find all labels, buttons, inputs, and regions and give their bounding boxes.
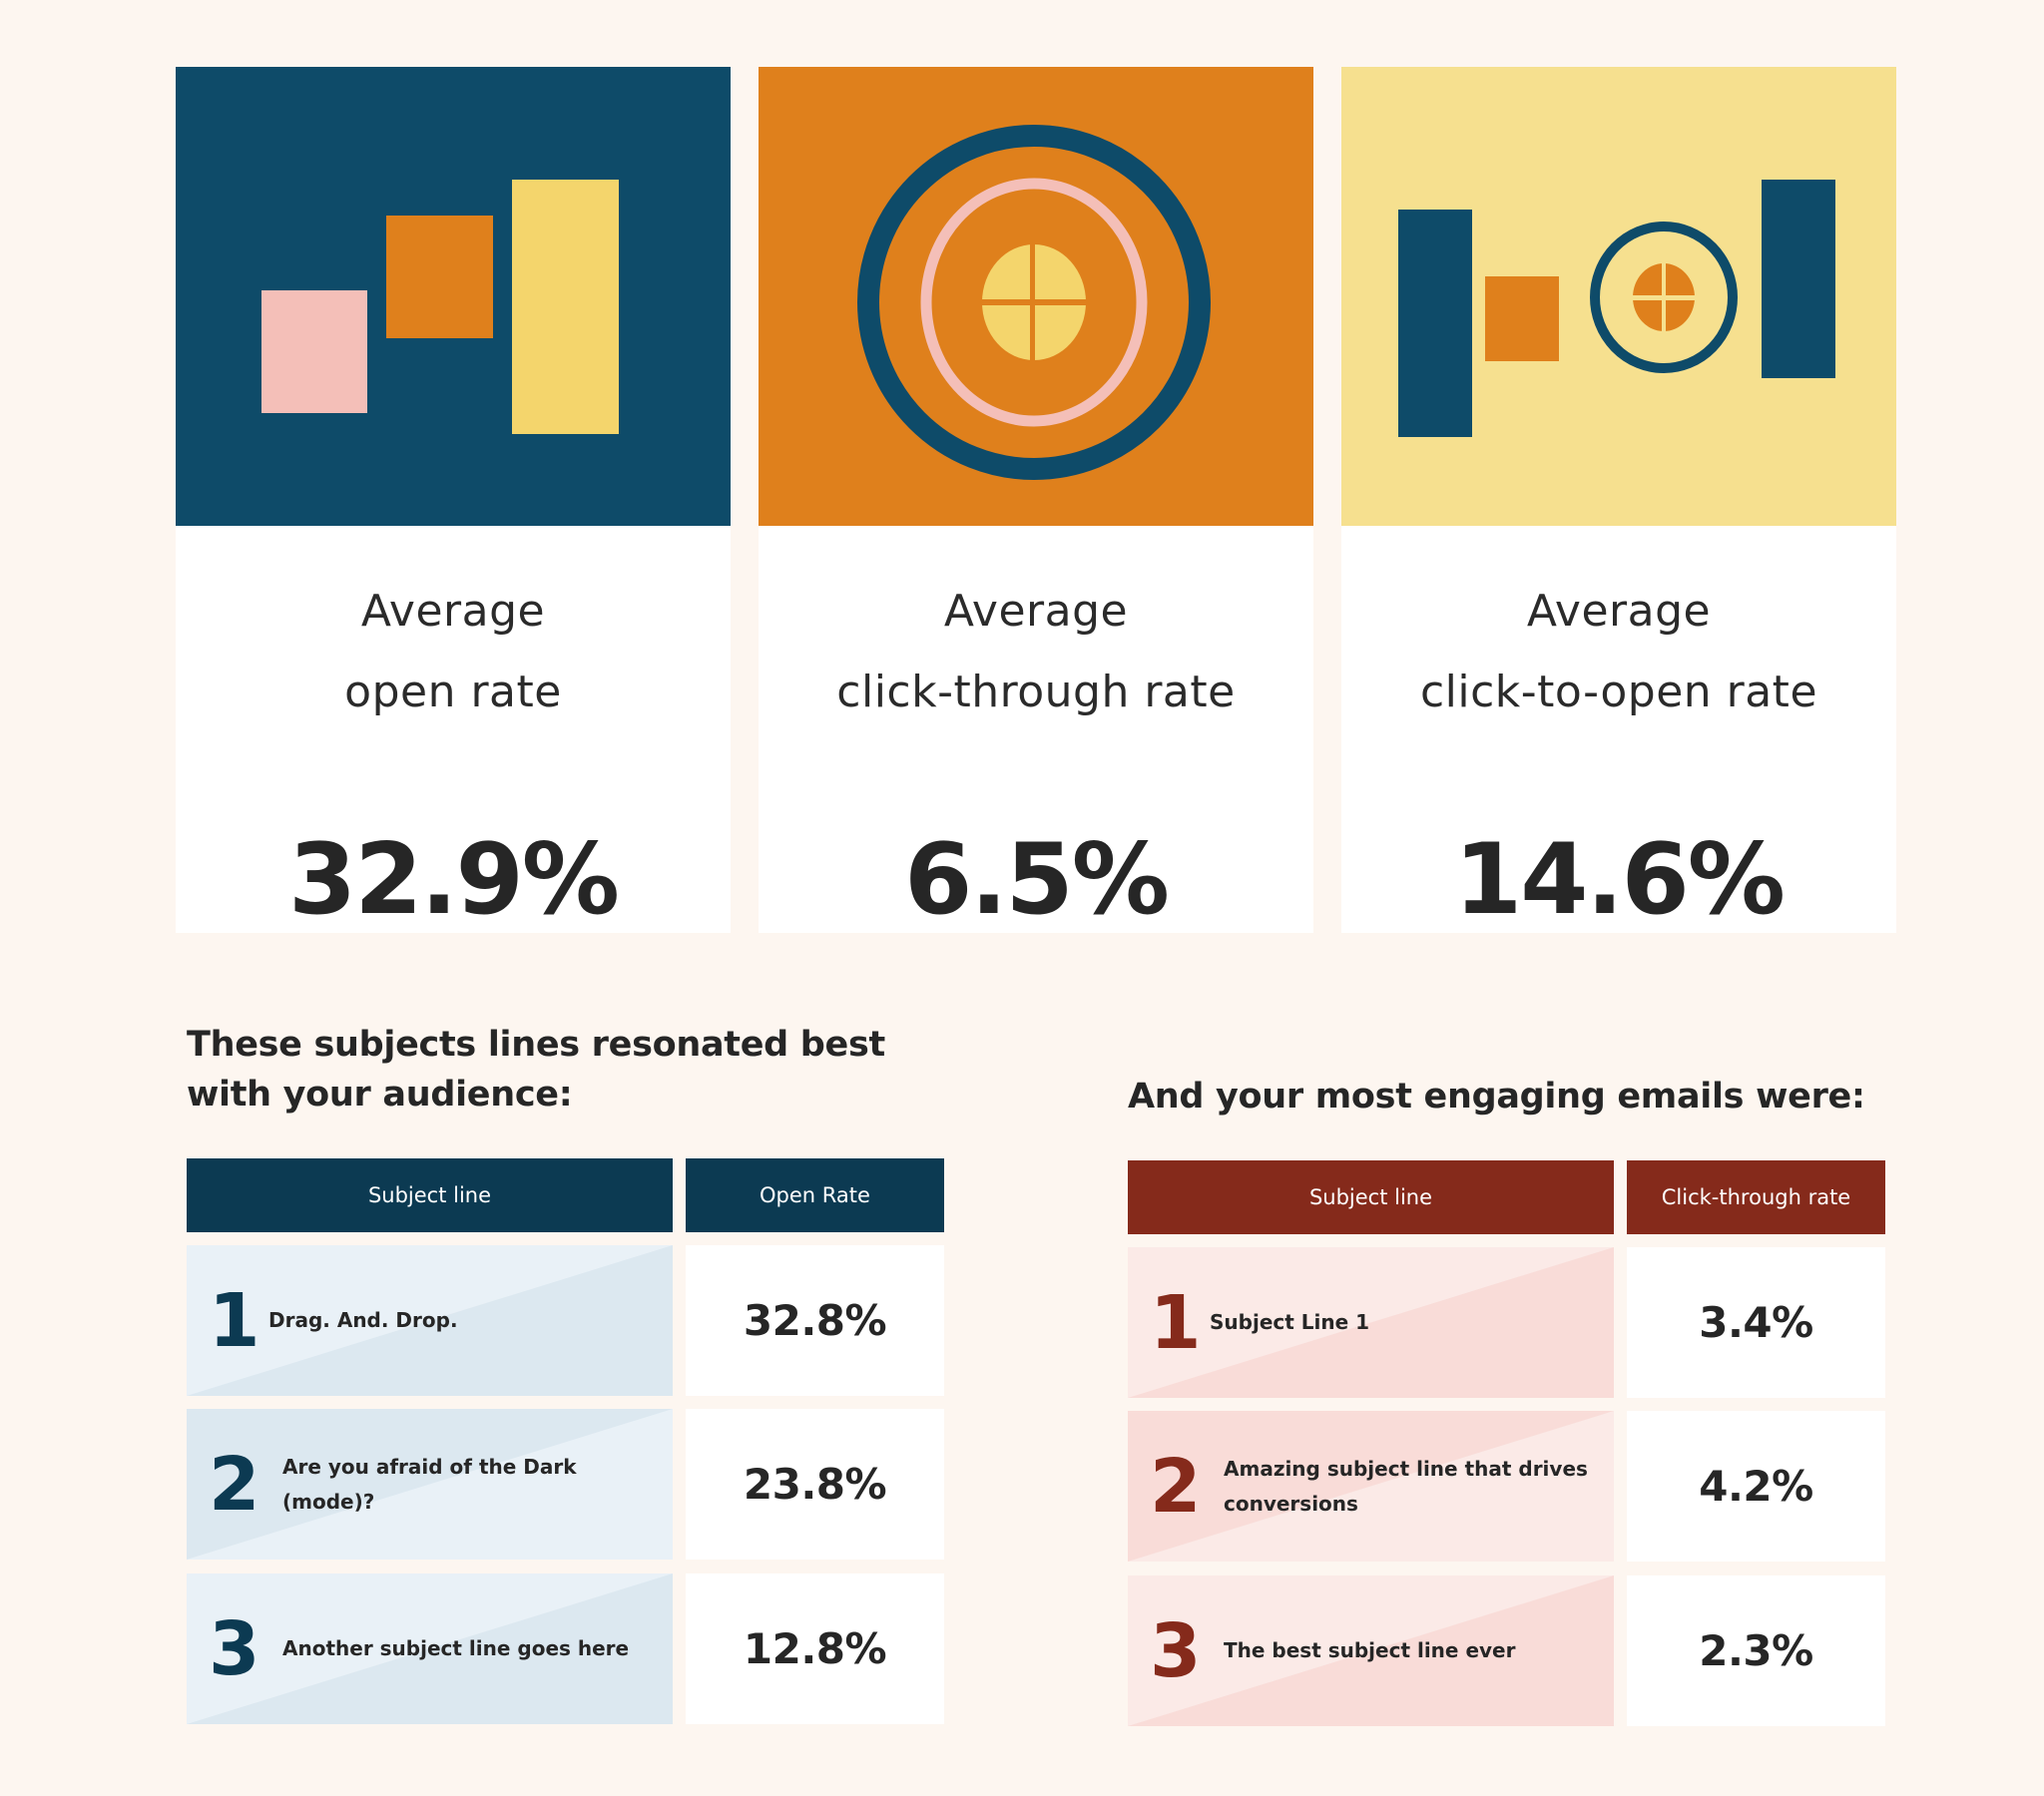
- column-header-subject-line: Subject line: [187, 1158, 673, 1232]
- click-through-rate-value: 4.2%: [1627, 1411, 1885, 1562]
- stat-value: 14.6%: [1454, 823, 1786, 937]
- yellow-block: [512, 180, 619, 434]
- click-through-rate-value: 3.4%: [1627, 1247, 1885, 1398]
- target-illustration-svg: [759, 67, 1313, 526]
- bars-illustration-svg: [176, 67, 731, 526]
- stat-label: Average click-through rate: [759, 571, 1313, 732]
- cross-horizontal: [1630, 295, 1698, 300]
- stat-value: 32.9%: [288, 823, 620, 937]
- rank-number: 1: [1150, 1279, 1201, 1366]
- stat-label-line2: click-through rate: [836, 667, 1236, 717]
- subject-cell: 2 Amazing subject line that drives conve…: [1128, 1411, 1614, 1562]
- stat-label-line1: Average: [1526, 586, 1712, 637]
- stat-label-line2: open rate: [344, 667, 562, 717]
- navy-bar-left: [1398, 210, 1472, 437]
- subject-cell: 1 Drag. And. Drop.: [187, 1245, 673, 1396]
- orange-block: [1485, 276, 1559, 361]
- subject-cell: 3 Another subject line goes here: [187, 1573, 673, 1724]
- subject-cell: 1 Subject Line 1: [1128, 1247, 1614, 1398]
- stat-label: Average open rate: [176, 571, 731, 732]
- pink-block: [261, 290, 367, 413]
- subject-text: Drag. And. Drop.: [268, 1308, 458, 1332]
- stat-label-line2: click-to-open rate: [1419, 667, 1818, 717]
- rank-number: 2: [209, 1441, 259, 1528]
- subject-cell: 2 Are you afraid of the Dark (mode)?: [187, 1409, 673, 1560]
- click-through-rate-value: 2.3%: [1627, 1575, 1885, 1726]
- open-rate-value: 32.8%: [686, 1245, 944, 1396]
- stat-card-click-through-rate: Average click-through rate 6.5%: [759, 67, 1313, 937]
- open-rate-value: 23.8%: [686, 1409, 944, 1560]
- subject-text: Another subject line goes here: [282, 1636, 630, 1660]
- target-illustration: [759, 67, 1313, 526]
- rank-number: 3: [1150, 1607, 1201, 1694]
- rank-number: 2: [1150, 1443, 1201, 1530]
- bars-and-target-illustration-svg: [1341, 67, 1896, 526]
- open-rate-value: 12.8%: [686, 1573, 944, 1724]
- stat-card-open-rate: Average open rate 32.9%: [176, 67, 731, 937]
- rank-number: 3: [209, 1605, 259, 1692]
- table-row: 1 Drag. And. Drop. 32.8%: [187, 1245, 944, 1396]
- subject-text: Subject Line 1: [1210, 1310, 1370, 1334]
- subject-text: The best subject line ever: [1224, 1638, 1516, 1662]
- cross-horizontal: [978, 299, 1090, 305]
- bars-illustration: [176, 67, 731, 526]
- table-row: 1 Subject Line 1 3.4%: [1128, 1247, 1885, 1398]
- navy-bar-right: [1762, 180, 1835, 378]
- engaging-emails-heading: And your most engaging emails were:: [1128, 1077, 1865, 1117]
- stat-label-line1: Average: [360, 586, 546, 637]
- subject-text: Are you afraid of the Dark (mode)?: [282, 1454, 577, 1514]
- bars-and-target-illustration: [1341, 67, 1896, 526]
- rank-number: 1: [209, 1277, 259, 1364]
- table-row: 2 Are you afraid of the Dark (mode)? 23.…: [187, 1409, 944, 1560]
- column-header-open-rate: Open Rate: [686, 1158, 944, 1232]
- subject-cell: 3 The best subject line ever: [1128, 1575, 1614, 1726]
- stat-label: Average click-to-open rate: [1341, 571, 1896, 732]
- stat-value: 6.5%: [904, 823, 1170, 937]
- column-header-subject-line: Subject line: [1128, 1160, 1614, 1234]
- subject-lines-heading: These subjects lines resonated best with…: [187, 1025, 885, 1115]
- subject-text: Amazing subject line that drives convers…: [1224, 1456, 1588, 1516]
- column-header-click-through-rate: Click-through rate: [1627, 1160, 1885, 1234]
- stat-card-click-to-open-rate: Average click-to-open rate 14.6%: [1341, 67, 1896, 937]
- orange-block: [386, 216, 493, 338]
- table-row: 3 The best subject line ever 2.3%: [1128, 1575, 1885, 1726]
- table-row: 2 Amazing subject line that drives conve…: [1128, 1411, 1885, 1562]
- table-row: 3 Another subject line goes here 12.8%: [187, 1573, 944, 1724]
- stat-label-line1: Average: [943, 586, 1129, 637]
